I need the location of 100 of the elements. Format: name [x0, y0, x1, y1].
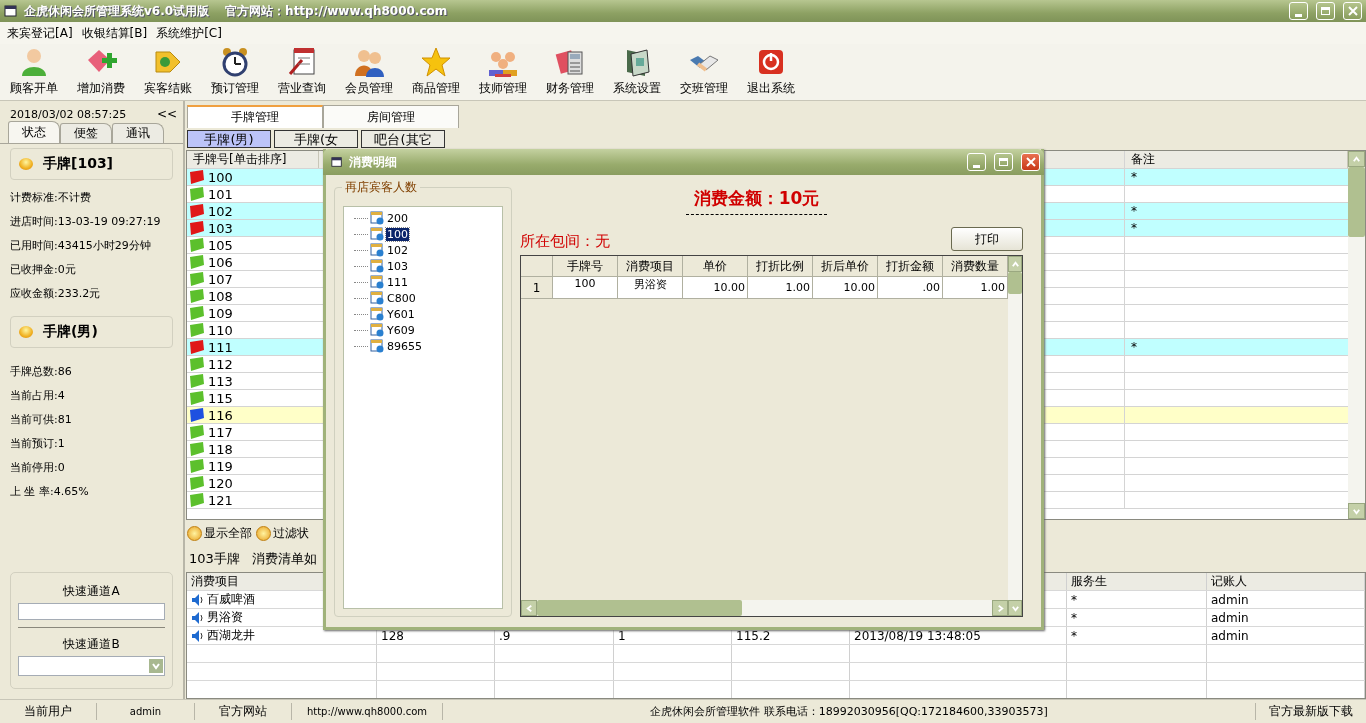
menu-item[interactable]: 系统维护[C]	[153, 24, 228, 42]
collapse-button[interactable]: <<	[156, 107, 177, 121]
table-cell: *	[1071, 592, 1077, 607]
toolbar-button[interactable]: 宾客结账	[134, 45, 201, 99]
toolbar-button[interactable]: 会员管理	[335, 45, 402, 99]
column-header[interactable]: 消费数量	[943, 256, 1008, 277]
scroll-left-button[interactable]	[521, 600, 537, 616]
table-cell: 128	[381, 628, 404, 643]
minimize-button[interactable]	[967, 153, 986, 171]
toolbar-button[interactable]: 退出系统	[737, 45, 804, 99]
tree-list[interactable]: 200 100 102 103 111 C800 Y601 Y609 89655	[343, 206, 503, 609]
maximize-button[interactable]	[1316, 2, 1335, 20]
column-header[interactable]: 打折比例	[748, 256, 813, 277]
table-cell: 2013/08/19 13:48:05	[854, 628, 981, 643]
tree-item[interactable]: 100	[386, 227, 409, 241]
toolbar-button[interactable]: 顾客开单	[0, 45, 67, 99]
scrollbar[interactable]	[1348, 151, 1365, 519]
status-text: admin	[97, 703, 195, 720]
column-header[interactable]: 打折金额	[878, 256, 943, 277]
minimize-button[interactable]	[1289, 2, 1308, 20]
caret-up-icon	[1010, 259, 1020, 269]
info-line: 当前可供:81	[10, 412, 73, 428]
scrollbar[interactable]	[521, 600, 1008, 616]
maximize-button[interactable]	[994, 153, 1013, 171]
tab[interactable]: 手牌(男)	[187, 130, 271, 148]
tree-item[interactable]: 103	[386, 259, 409, 273]
menu-item[interactable]: 收银结算[B]	[78, 24, 154, 42]
column-header[interactable]: 单价	[683, 256, 748, 277]
section-title: 手牌(男)	[43, 323, 98, 341]
caption-text: 103手牌	[189, 550, 240, 568]
table-cell: 男浴资	[618, 277, 683, 299]
toolbar-button[interactable]: 商品管理	[402, 45, 469, 99]
scroll-down-button[interactable]	[1008, 600, 1022, 616]
minimize-icon	[1295, 13, 1302, 17]
filter-button[interactable]: 显示全部	[187, 524, 252, 542]
grid-icon	[370, 243, 384, 257]
info-line: 上 坐 率:4.65%	[10, 484, 90, 500]
toolbar-button[interactable]: 财务管理	[536, 45, 603, 99]
speaker-icon	[191, 592, 205, 607]
scroll-up-button[interactable]	[1008, 256, 1022, 272]
column-header[interactable]: 消费项目	[618, 256, 683, 277]
toolbar-button[interactable]: 交班管理	[670, 45, 737, 99]
menu-item[interactable]: 来宾登记[A]	[4, 24, 79, 42]
column-header[interactable]: 折后单价	[813, 256, 878, 277]
tree-item[interactable]: 102	[386, 243, 409, 257]
table-cell: 106	[208, 254, 233, 270]
grid-icon	[370, 307, 384, 321]
table-cell: 117	[208, 424, 233, 440]
scroll-thumb[interactable]	[537, 600, 742, 616]
column-header[interactable]: 手牌号	[553, 256, 618, 277]
grid-icon	[370, 211, 384, 225]
caret-right-icon	[995, 603, 1005, 613]
toolbar-button[interactable]: 系统设置	[603, 45, 670, 99]
print-button[interactable]: 打印	[951, 227, 1023, 251]
field-label: 快速通道A	[62, 583, 121, 600]
toolbar-button[interactable]: 营业查询	[268, 45, 335, 99]
scroll-thumb[interactable]	[1348, 167, 1365, 237]
tab[interactable]: 手牌管理	[187, 105, 323, 128]
status-text: 企虎休闲会所管理软件 联系电话：18992030956[QQ:172184600,33903573]	[443, 703, 1256, 720]
close-button[interactable]	[1021, 153, 1040, 171]
tab[interactable]: 通讯	[112, 123, 164, 143]
close-button[interactable]	[1343, 2, 1362, 20]
info-line: 已用时间:43415小时29分钟	[10, 238, 152, 254]
section-title: 手牌[103]	[43, 155, 114, 173]
column-header[interactable]: 服务生	[1067, 573, 1207, 590]
tree-item[interactable]: 200	[386, 211, 409, 225]
dropdown-field[interactable]	[18, 656, 165, 676]
scroll-down-button[interactable]	[1348, 503, 1365, 519]
table-cell: 120	[208, 475, 233, 491]
tab[interactable]: 状态	[8, 121, 60, 143]
scroll-right-button[interactable]	[992, 600, 1008, 616]
toolbar-button[interactable]: 技师管理	[469, 45, 536, 99]
scroll-up-button[interactable]	[1348, 151, 1365, 167]
tree-item[interactable]: 111	[386, 275, 409, 289]
orb-icon	[187, 525, 202, 541]
tab[interactable]: 吧台(其它	[361, 130, 445, 148]
tree-item[interactable]: Y601	[386, 307, 416, 321]
scrollbar[interactable]	[1008, 256, 1022, 616]
tree-item[interactable]: Y609	[386, 323, 416, 337]
status-text: http://www.qh8000.com	[292, 703, 443, 720]
star-icon	[419, 46, 452, 78]
table-cell: 1.00	[943, 277, 1008, 299]
table-cell: *	[1131, 340, 1137, 354]
tab[interactable]: 房间管理	[323, 105, 459, 128]
caret-up-icon	[1352, 154, 1361, 164]
column-header[interactable]: 手牌号[单击排序]	[187, 151, 319, 168]
table-cell: *	[1131, 204, 1137, 218]
tree-item[interactable]: 89655	[386, 339, 423, 353]
status-text: 官方最新版下载	[1268, 703, 1354, 720]
toolbar-button[interactable]: 增加消费	[67, 45, 134, 99]
column-header[interactable]: 记账人	[1207, 573, 1365, 590]
scroll-thumb[interactable]	[1008, 272, 1022, 294]
toolbar-button[interactable]: 预订管理	[201, 45, 268, 99]
filter-button[interactable]: 过滤状	[256, 524, 309, 542]
table-cell: 西湖龙井	[207, 627, 255, 644]
table-cell: *	[1131, 170, 1137, 184]
input-field[interactable]	[18, 603, 165, 620]
tree-item[interactable]: C800	[386, 291, 417, 305]
tab[interactable]: 手牌(女	[274, 130, 358, 148]
tab[interactable]: 便签	[60, 123, 112, 143]
